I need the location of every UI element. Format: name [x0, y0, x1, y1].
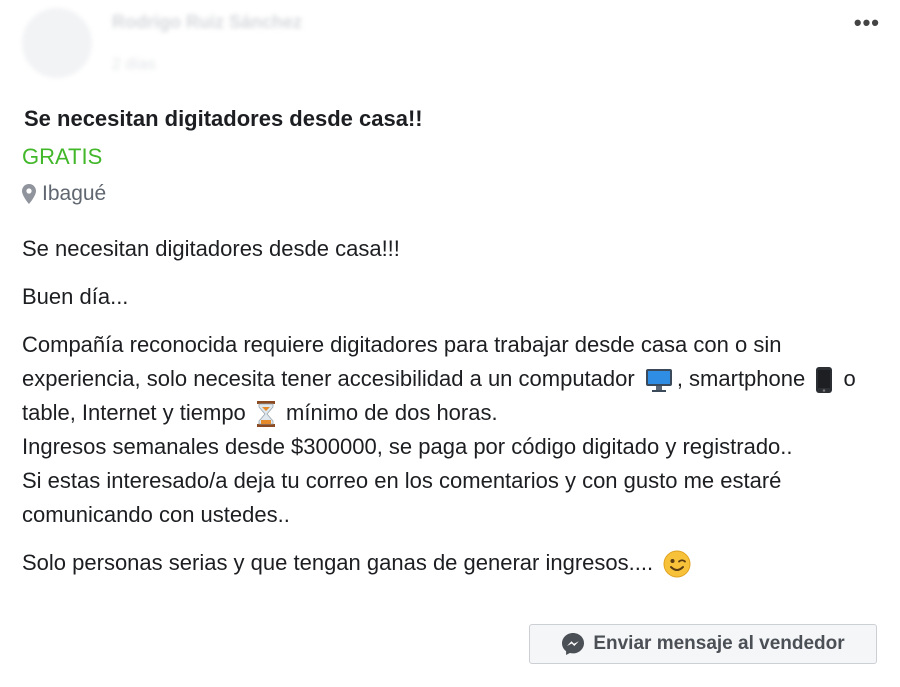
post-header: Rodrigo Ruiz Sánchez 2 días •••: [0, 0, 900, 95]
poster-name[interactable]: Rodrigo Ruiz Sánchez: [112, 12, 302, 33]
listing-price: GRATIS: [22, 144, 103, 169]
smartphone-icon: [816, 367, 833, 394]
description-text: mínimo de dos horas.: [286, 400, 498, 425]
more-options-button[interactable]: •••: [854, 10, 880, 36]
listing-title: Se necesitan digitadores desde casa!!: [24, 106, 423, 131]
description-text: Solo personas serias y que tengan ganas …: [22, 550, 654, 575]
listing-location: Ibagué: [22, 182, 106, 206]
hourglass-icon: [256, 401, 275, 428]
description-body: Compañía reconocida requiere digitadores…: [22, 328, 882, 532]
message-seller-button[interactable]: Enviar mensaje al vendedor: [529, 624, 877, 664]
location-label: Ibagué: [42, 182, 107, 205]
description-closing: Solo personas serias y que tengan ganas …: [22, 546, 882, 580]
description-heading: Se necesitan digitadores desde casa!!!: [22, 236, 400, 261]
listing-description: Se necesitan digitadores desde casa!!! B…: [22, 232, 882, 594]
description-greeting: Buen día...: [22, 284, 129, 309]
description-text: Ingresos semanales desde $300000, se pag…: [22, 434, 793, 459]
winking-face-icon: [663, 550, 691, 578]
messenger-icon: [562, 633, 585, 655]
poster-avatar[interactable]: [22, 8, 92, 78]
message-seller-label: Enviar mensaje al vendedor: [593, 633, 845, 654]
post-time[interactable]: 2 días: [112, 56, 156, 74]
description-text: , smartphone: [676, 366, 806, 391]
location-pin-icon: [22, 184, 36, 204]
computer-monitor-icon: [645, 369, 672, 393]
description-text: Si estas interesado/a deja tu correo en …: [22, 468, 782, 527]
